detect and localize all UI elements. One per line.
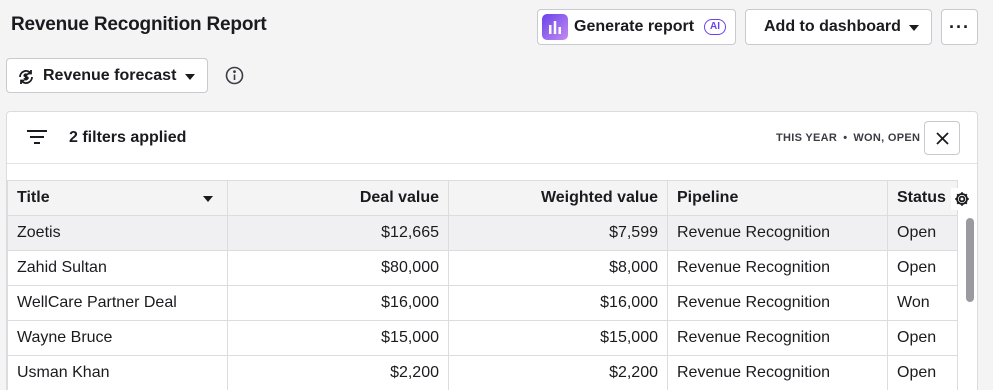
page-title: Revenue Recognition Report [11,14,267,35]
report-panel: 2 filters applied THIS YEAR • WON, OPEN Ti… [6,111,978,390]
cell-title[interactable]: Zoetis [7,215,228,251]
filters-applied-label[interactable]: 2 filters applied [69,129,186,147]
column-header-pipeline[interactable]: Pipeline [667,180,888,216]
deals-table: Title Deal value Weighted value Pipeline… [7,180,958,390]
generate-report-label: Generate report [574,18,695,35]
revenue-forecast-dropdown[interactable]: Revenue forecast [6,58,208,93]
table-row[interactable]: Usman Khan $2,200 $2,200 Revenue Recogni… [7,355,958,390]
cell-pipeline: Revenue Recognition [667,250,888,286]
gear-icon [955,192,969,206]
filter-icon[interactable] [27,129,47,150]
cell-title[interactable]: Usman Khan [7,355,228,390]
cell-status: Open [887,215,958,251]
cell-status: Won [887,285,958,321]
ai-badge: AI [704,19,727,35]
cell-status: Open [887,320,958,356]
table-row[interactable]: Wayne Bruce $15,000 $15,000 Revenue Reco… [7,320,958,356]
cell-status: Open [887,250,958,286]
cell-deal-value: $80,000 [227,250,449,286]
cell-pipeline: Revenue Recognition [667,215,888,251]
sort-down-icon[interactable] [203,196,213,202]
cell-title[interactable]: WellCare Partner Deal [7,285,228,321]
table-header-row: Title Deal value Weighted value Pipeline… [7,180,958,216]
cell-weighted-value: $16,000 [448,285,668,321]
more-icon: ··· [949,16,970,37]
column-header-title[interactable]: Title [7,180,228,216]
deals-table-container: Title Deal value Weighted value Pipeline… [7,180,977,390]
cell-deal-value: $16,000 [227,285,449,321]
cell-pipeline: Revenue Recognition [667,355,888,390]
column-header-deal-value[interactable]: Deal value [227,180,449,216]
column-settings-button[interactable] [951,188,973,210]
cell-title[interactable]: Zahid Sultan [7,250,228,286]
cell-status: Open [887,355,958,390]
table-row[interactable]: Zoetis $12,665 $7,599 Revenue Recognitio… [7,215,958,251]
table-row[interactable]: Zahid Sultan $80,000 $8,000 Revenue Reco… [7,250,958,286]
filter-period: THIS YEAR [776,132,838,144]
cell-weighted-value: $2,200 [448,355,668,390]
cell-weighted-value: $8,000 [448,250,668,286]
more-options-button[interactable]: ··· [941,9,978,45]
cell-weighted-value: $7,599 [448,215,668,251]
add-to-dashboard-label: Add to dashboard [764,18,901,35]
refresh-dollar-icon [17,68,35,91]
table-row[interactable]: WellCare Partner Deal $16,000 $16,000 Re… [7,285,958,321]
add-to-dashboard-button[interactable]: Add to dashboard [745,9,932,45]
cell-deal-value: $15,000 [227,320,449,356]
revenue-forecast-label: Revenue forecast [43,66,177,84]
cell-pipeline: Revenue Recognition [667,320,888,356]
cell-pipeline: Revenue Recognition [667,285,888,321]
close-icon [936,132,949,145]
chevron-down-icon [185,74,195,80]
cell-deal-value: $12,665 [227,215,449,251]
filter-separator: • [843,132,848,144]
generate-report-button[interactable]: Generate report AI [537,9,736,45]
info-icon[interactable] [225,66,244,90]
cell-deal-value: $2,200 [227,355,449,390]
bar-chart-icon [542,14,568,40]
scrollbar-thumb[interactable] [966,218,974,302]
cell-weighted-value: $15,000 [448,320,668,356]
cell-title[interactable]: Wayne Bruce [7,320,228,356]
column-header-status[interactable]: Status [887,180,958,216]
clear-filters-button[interactable] [924,121,960,155]
filter-statuses: WON, OPEN [853,132,921,144]
chevron-down-icon [909,25,919,31]
filter-bar: 2 filters applied THIS YEAR • WON, OPEN [7,112,977,164]
table-scrollbar[interactable] [965,214,975,390]
column-header-weighted-value[interactable]: Weighted value [448,180,668,216]
filter-summary: THIS YEAR • WON, OPEN [776,132,920,144]
